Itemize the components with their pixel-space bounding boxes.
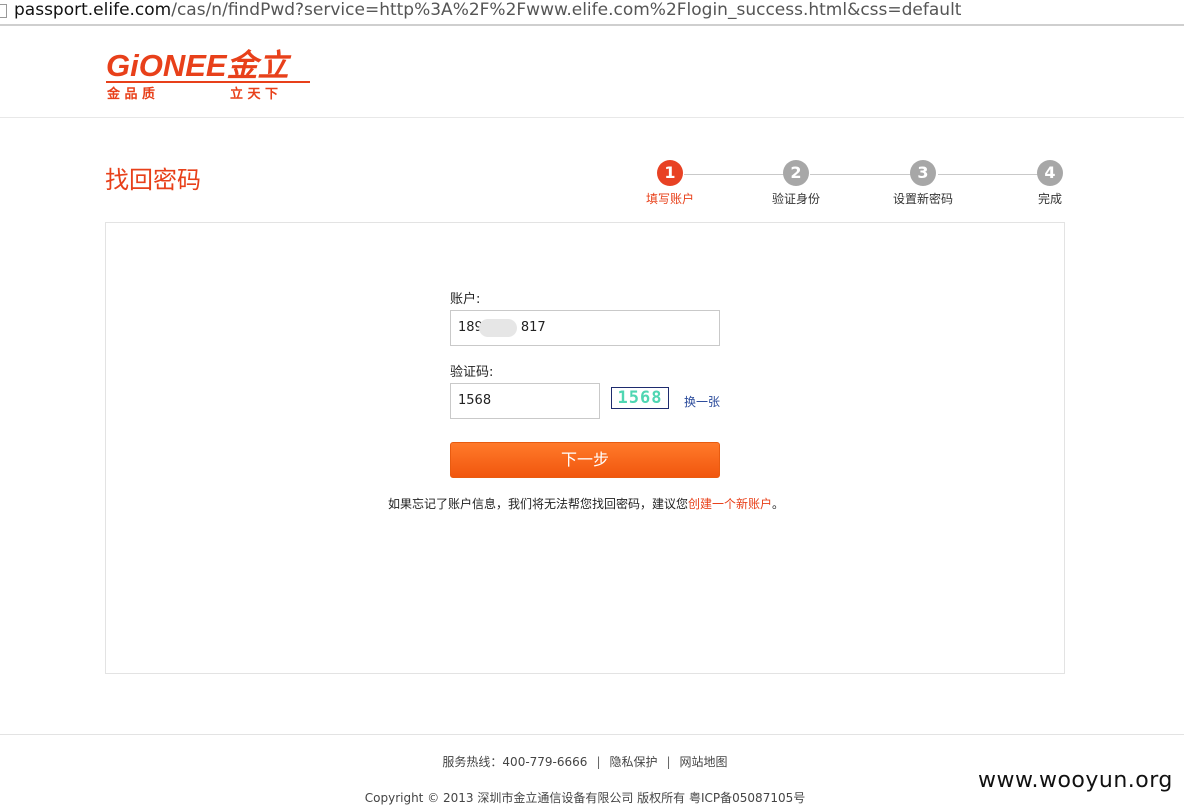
account-field-wrap: 189 817 [450,310,750,346]
step-label: 完成 [1037,192,1062,206]
footer-separator: | [596,755,601,769]
create-account-link[interactable]: 创建一个新账户 [688,497,772,511]
page-icon [0,4,7,18]
address-bar[interactable]: passport.elife.com/cas/n/findPwd?service… [0,0,1184,26]
step-number: 1 [657,160,683,186]
url-path: /cas/n/findPwd?service=http%3A%2F%2Fwww.… [171,0,962,20]
hint-end: 。 [772,497,785,511]
privacy-link[interactable]: 隐私保护 [609,755,657,769]
logo-slogan-right: 立 天 下 [230,86,278,102]
captcha-row: 1568 1568 换一张 [450,383,750,419]
step-3: 3 设置新密码 [883,160,963,207]
sitemap-link[interactable]: 网站地图 [680,755,728,769]
step-number: 3 [910,160,936,186]
logo-graphic: GiONEE金立 金 品 质 立 天 下 [106,48,310,102]
url-host: passport.elife.com [14,0,172,20]
captcha-label: 验证码: [450,365,494,380]
captcha-image[interactable]: 1568 [611,387,669,409]
step-4: 4 完成 [1010,160,1090,207]
page-root: passport.elife.com/cas/n/findPwd?service… [0,0,1184,812]
step-label: 填写账户 [645,192,694,206]
step-label: 验证身份 [771,192,820,206]
forgot-account-hint: 如果忘记了账户信息，我们将无法帮您找回密码，建议您创建一个新账户。 [106,495,1066,512]
gionee-logo[interactable]: GiONEE金立 金 品 质 立 天 下 [106,44,316,104]
watermark-text: www.wooyun.org [978,768,1173,793]
find-password-panel: 账户: 189 817 验证码: 1568 1568 换一张 下一步 如果忘记了账… [105,222,1065,674]
next-step-button[interactable]: 下一步 [450,442,720,478]
service-hotline: 服务热线：400-779-6666 [442,755,588,769]
redaction-blur [479,319,517,337]
step-2: 2 验证身份 [756,160,836,207]
find-password-form: 账户: 189 817 验证码: 1568 1568 换一张 下一步 [450,291,750,478]
step-number: 2 [783,160,809,186]
page-title: 找回密码 [105,166,201,194]
progress-steps: 1 填写账户 2 验证身份 3 设置新密码 4 完成 [640,160,1070,216]
footer-separator: | [666,755,671,769]
step-number: 4 [1037,160,1063,186]
site-header: GiONEE金立 金 品 质 立 天 下 [0,26,1184,118]
url-text[interactable]: passport.elife.com/cas/n/findPwd?service… [14,0,961,21]
account-label: 账户: [450,292,481,307]
logo-slogan-left: 金 品 质 [106,86,155,102]
footer-divider [0,734,1184,735]
logo-underline [106,81,310,83]
step-1: 1 填写账户 [630,160,710,207]
step-label: 设置新密码 [892,192,953,206]
refresh-captcha-link[interactable]: 换一张 [684,393,720,410]
hint-text: 如果忘记了账户信息，我们将无法帮您找回密码，建议您 [387,497,688,511]
logo-brand-text: GiONEE金立 [106,48,292,83]
captcha-input[interactable]: 1568 [450,383,600,419]
account-value-suffix: 817 [520,320,546,335]
